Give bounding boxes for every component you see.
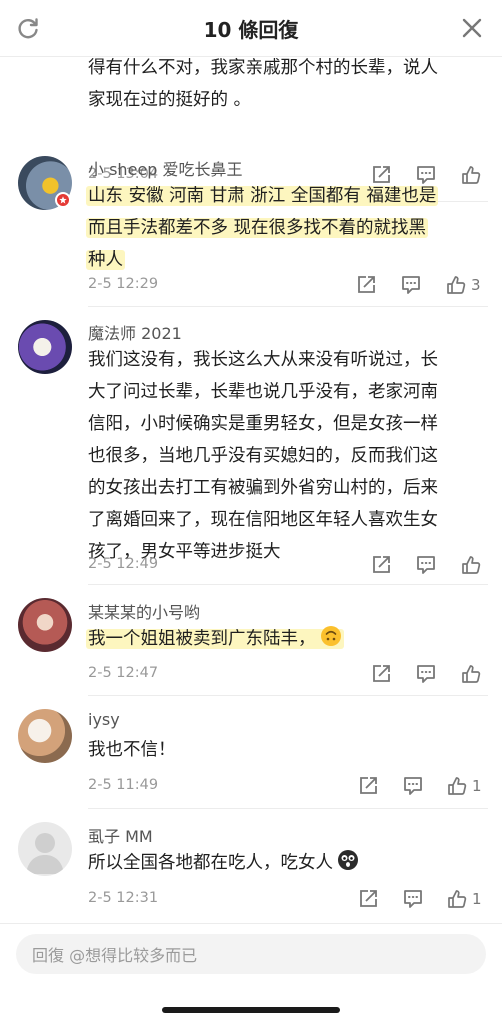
like-count: 1 [472,890,482,908]
comment-button[interactable] [399,273,423,297]
comment-item: 得有什么不对，我家亲戚那个村的长辈，说人 家现在过的挺好的 。 2-5 13:0… [0,56,502,202]
comment-time: 2-5 12:29 [88,276,159,292]
comment-line: 我们这没有，我长这么大从来没有听说过，长 [88,350,438,370]
share-icon [358,276,375,293]
comment-time: 2-5 12:49 [88,556,159,572]
avatar[interactable] [18,709,72,763]
comment-line: 我一个姐姐被卖到广东陆丰， [88,629,316,649]
reply-placeholder: 回復 @想得比较多而已 [32,946,198,965]
home-indicator [162,1007,340,1013]
comment-icon [402,276,420,294]
comment-icon [404,890,422,908]
comment-time: 2-5 12:31 [88,890,159,906]
comment-time: 2-5 11:49 [88,777,159,793]
thumbs-up-icon [447,276,466,294]
share-icon [360,777,377,794]
comment-line: 信阳，小时候确实是重男轻女，但是女孩一样 [88,414,438,434]
reply-input[interactable]: 回復 @想得比较多而已 [16,934,486,974]
comment-item: iysy 我也不信！ 2-5 11:49 1 [0,695,502,809]
default-avatar-icon [26,833,64,874]
scared-face-emoji [338,850,358,870]
comment-line: 种人 [86,250,125,270]
avatar[interactable] [18,320,72,374]
close-button[interactable] [456,12,488,44]
comment-icon [417,665,435,683]
comment-button[interactable] [401,774,425,798]
comment-list: 得有什么不对，我家亲戚那个村的长辈，说人 家现在过的挺好的 。 2-5 13:0… [0,56,502,923]
comment-line: 的女孩出去打工有被骗到外省穷山村的，后来 [88,478,438,498]
comment-item: 魔法师 2021 我们这没有，我长这么大从来没有听说过，长 大了问过长辈，长辈也… [0,306,502,585]
like-button[interactable] [460,553,486,577]
comment-body: 我们这没有，我长这么大从来没有听说过，长 大了问过长辈，长辈也说几乎没有，老家河… [88,344,483,568]
share-button[interactable] [356,774,380,798]
thumbs-up-icon [448,777,467,795]
comment-body: 得有什么不对，我家亲戚那个村的长辈，说人 家现在过的挺好的 。 [88,56,483,116]
comment-username[interactable]: 魔法师 2021 [88,320,182,344]
comment-line: 山东 安徽 河南 甘肃 浙江 全国都有 福建也是 [86,186,439,206]
thumbs-up-icon [462,556,481,574]
like-button[interactable]: 1 [446,887,482,911]
upside-down-smile-emoji [320,626,341,646]
comment-line: 也很多，当地几乎没有买媳妇的，反而我们这 [88,446,438,466]
share-button[interactable] [356,887,380,911]
comment-line: 而且手法都差不多 现在很多找不着的就找黑 [86,218,429,238]
comment-body: 山东 安徽 河南 甘肃 浙江 全国都有 福建也是 而且手法都差不多 现在很多找不… [86,180,483,276]
like-count: 3 [471,276,481,294]
comment-time: 2-5 12:47 [88,665,159,681]
share-icon [373,556,390,573]
share-icon [373,665,390,682]
comment-line: 所以全国各地都在吃人，吃女人 [88,853,333,873]
header-bar: 10 條回復 [0,0,502,57]
avatar[interactable] [18,598,72,652]
comment-button[interactable] [401,887,425,911]
comment-button[interactable] [414,662,438,686]
like-button[interactable]: 3 [445,273,481,297]
like-button[interactable]: 1 [446,774,482,798]
comment-body: 所以全国各地都在吃人，吃女人 [88,847,483,879]
thumbs-up-icon [462,665,481,683]
comment-line: 家现在过的挺好的 。 [88,90,252,110]
comment-line: 我也不信！ [88,740,176,760]
reply-bar: 回復 @想得比较多而已 [0,923,502,1025]
comment-username[interactable]: 小 sheep 爱吃长鼻王 [88,156,243,180]
comment-item: 某某某的小号哟 我一个姐姐被卖到广东陆丰， 2-5 12:47 [0,584,502,696]
like-button[interactable] [460,662,486,686]
star-icon [59,196,67,204]
share-button[interactable] [354,273,378,297]
comment-icon [404,777,422,795]
comment-button[interactable] [414,553,438,577]
comment-username[interactable]: 虱子 MM [88,823,153,847]
verified-badge [55,192,71,208]
close-icon [462,18,482,38]
share-button[interactable] [369,553,393,577]
comment-item: 小 sheep 爱吃长鼻王 山东 安徽 河南 甘肃 浙江 全国都有 福建也是 而… [0,146,502,307]
comment-line: 大了问过长辈，长辈也说几乎没有，老家河南 [88,382,438,402]
comment-line: 得有什么不对，我家亲戚那个村的长辈，说人 [88,58,438,78]
share-icon [360,890,377,907]
share-button[interactable] [369,662,393,686]
like-count: 1 [472,777,482,795]
comment-username[interactable]: iysy [88,710,120,729]
page-title: 10 條回復 [203,18,299,42]
thumbs-up-icon [448,890,467,908]
comment-item: 虱子 MM 所以全国各地都在吃人，吃女人 2-5 12:31 1 [0,808,502,921]
comment-username[interactable]: 某某某的小号哟 [88,599,200,623]
comment-body: 我一个姐姐被卖到广东陆丰， [86,623,483,655]
comment-body: 我也不信！ [88,734,483,766]
comment-line: 了离婚回来了，现在信阳地区年轻人喜欢生女 [88,510,438,530]
comment-icon [417,556,435,574]
avatar[interactable] [18,822,72,876]
